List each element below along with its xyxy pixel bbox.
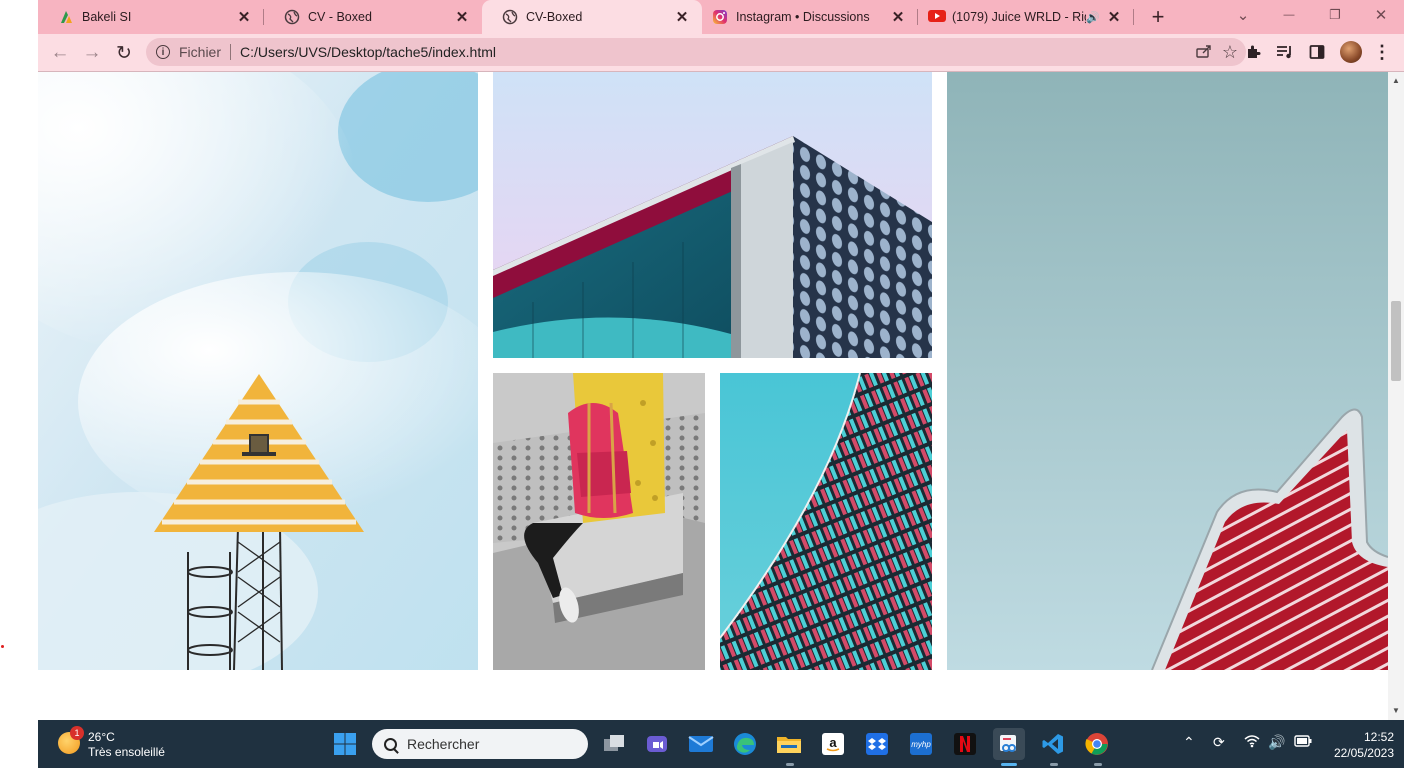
teams-icon[interactable] <box>641 728 673 760</box>
vscode-icon[interactable] <box>1037 728 1069 760</box>
menu-kebab-icon[interactable]: ⋮ <box>1372 42 1392 62</box>
back-button[interactable]: ← <box>47 40 73 66</box>
info-icon[interactable]: i <box>156 45 170 59</box>
chevron-up-icon[interactable]: ⌃ <box>1183 734 1195 751</box>
side-panel-icon[interactable] <box>1307 42 1327 62</box>
tab-bakeli[interactable]: Bakeli SI ✕ <box>38 0 264 34</box>
sync-icon[interactable]: ⟳ <box>1213 734 1225 751</box>
curved-building-photo[interactable] <box>720 373 932 670</box>
scroll-down-icon[interactable]: ▼ <box>1392 706 1400 715</box>
svg-text:a: a <box>829 735 837 750</box>
close-window-button[interactable]: ✕ <box>1358 0 1404 30</box>
bakeli-favicon <box>58 9 74 25</box>
new-tab-button[interactable]: + <box>1146 4 1170 29</box>
pyramid-tower-photo[interactable] <box>38 72 478 670</box>
weather-condition: Très ensoleillé <box>88 745 165 759</box>
speaker-icon[interactable]: 🔊 <box>1086 11 1100 24</box>
file-explorer-icon[interactable] <box>773 728 805 760</box>
page-viewport <box>38 72 1388 720</box>
address-bar[interactable]: i Fichier C:/Users/UVS/Desktop/tache5/in… <box>146 38 1246 66</box>
close-tab-icon[interactable]: ✕ <box>236 9 252 26</box>
backpack-person-photo[interactable] <box>493 373 705 670</box>
close-tab-icon[interactable]: ✕ <box>674 9 690 26</box>
taskbar-search[interactable]: Rechercher <box>372 729 588 759</box>
scheme-label: Fichier <box>179 44 222 60</box>
reload-button[interactable]: ↻ <box>111 40 137 66</box>
extensions-icon[interactable] <box>1243 42 1263 62</box>
stray-dot <box>1 645 4 648</box>
task-view-icon[interactable] <box>598 728 630 760</box>
chrome-icon[interactable] <box>1081 728 1113 760</box>
building-facade-photo[interactable] <box>493 72 932 358</box>
tab-cv-boxed-active[interactable]: CV-Boxed ✕ <box>482 0 702 34</box>
page-scrollbar[interactable]: ▲ ▼ <box>1388 72 1404 720</box>
tab-cv-boxed[interactable]: CV - Boxed ✕ <box>264 0 482 34</box>
system-clock[interactable]: 12:52 22/05/2023 <box>1314 729 1394 761</box>
amazon-icon[interactable]: a <box>817 728 849 760</box>
share-icon[interactable] <box>1196 44 1212 62</box>
close-tab-icon[interactable]: ✕ <box>1106 9 1122 26</box>
minimize-button[interactable]: — <box>1266 0 1312 30</box>
globe-icon <box>284 9 300 25</box>
tab-strip: Bakeli SI ✕ CV - Boxed ✕ CV-Boxed ✕ Inst… <box>38 0 1404 34</box>
mail-icon[interactable] <box>685 728 717 760</box>
wifi-icon[interactable] <box>1244 734 1260 751</box>
myhp-icon[interactable]: myhp <box>905 728 937 760</box>
scroll-thumb[interactable] <box>1391 301 1401 381</box>
globe-icon <box>502 9 518 25</box>
search-placeholder: Rechercher <box>407 736 480 752</box>
clock-date: 22/05/2023 <box>1333 746 1394 760</box>
restore-button[interactable]: ❐ <box>1312 0 1358 30</box>
browser-toolbar: ← → ↻ i Fichier C:/Users/UVS/Desktop/tac… <box>38 34 1404 72</box>
red-roof-building-photo[interactable] <box>947 72 1388 670</box>
battery-icon[interactable] <box>1294 734 1312 750</box>
windows-start-icon[interactable] <box>329 728 361 760</box>
weather-widget[interactable]: 1 26°C Très ensoleillé <box>58 726 198 762</box>
close-tab-icon[interactable]: ✕ <box>890 9 906 26</box>
close-tab-icon[interactable]: ✕ <box>454 9 470 26</box>
profile-avatar[interactable] <box>1340 41 1362 63</box>
taskbar: 1 26°C Très ensoleillé Rechercher a myhp… <box>38 720 1404 768</box>
notification-badge: 1 <box>70 726 84 740</box>
svg-text:myhp: myhp <box>911 740 931 749</box>
instagram-icon <box>712 9 728 25</box>
forward-button[interactable]: → <box>79 40 105 66</box>
youtube-icon <box>928 9 946 25</box>
scroll-up-icon[interactable]: ▲ <box>1392 76 1400 85</box>
tab-instagram[interactable]: Instagram • Discussions ✕ <box>702 0 918 34</box>
netflix-icon[interactable] <box>949 728 981 760</box>
edge-icon[interactable] <box>729 728 761 760</box>
volume-icon[interactable]: 🔊 <box>1268 734 1285 751</box>
dropbox-icon[interactable] <box>861 728 893 760</box>
media-control-icon[interactable] <box>1275 42 1295 62</box>
url-text[interactable]: C:/Users/UVS/Desktop/tache5/index.html <box>240 44 496 60</box>
browser-window: Bakeli SI ✕ CV - Boxed ✕ CV-Boxed ✕ Inst… <box>38 0 1404 768</box>
weather-temperature: 26°C <box>88 730 115 744</box>
snipping-tool-icon[interactable] <box>993 728 1025 760</box>
tab-youtube[interactable]: (1079) Juice WRLD - Righ 🔊 ✕ <box>918 0 1134 34</box>
clock-time: 12:52 <box>1363 730 1394 744</box>
tab-search-button[interactable]: ⌄ <box>1220 0 1266 30</box>
search-icon <box>384 737 397 751</box>
bookmark-star-icon[interactable]: ☆ <box>1222 42 1238 63</box>
